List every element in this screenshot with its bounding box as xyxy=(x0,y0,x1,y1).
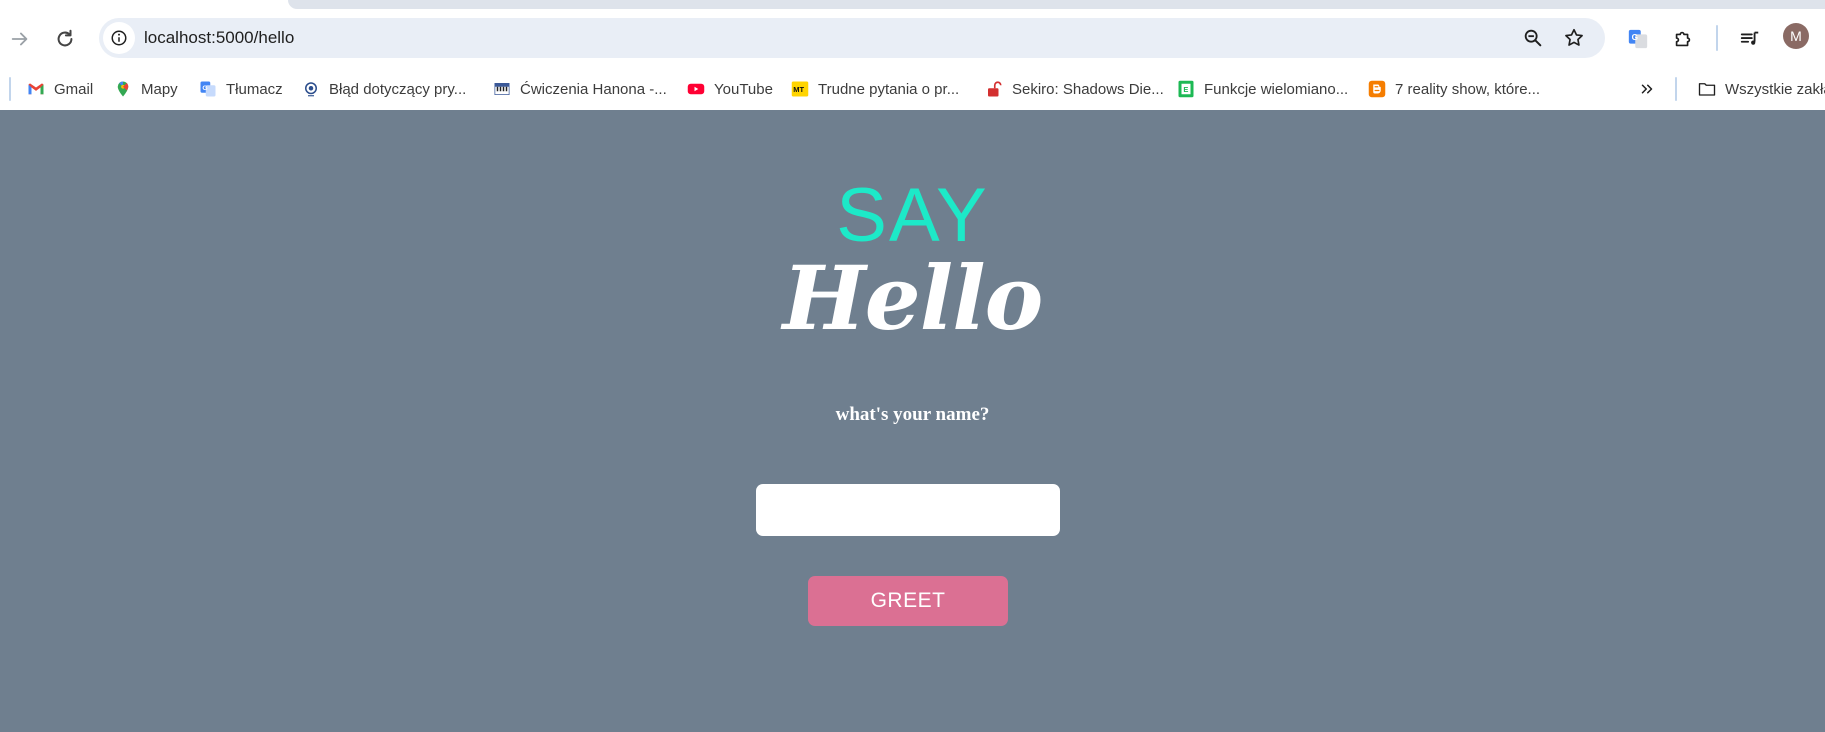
e-book-icon: E xyxy=(1177,80,1195,98)
bookmark-label: Błąd dotyczący pry... xyxy=(329,80,467,98)
extensions-button[interactable] xyxy=(1667,23,1699,55)
bookmark-gmail[interactable]: Gmail xyxy=(27,77,93,101)
title-hello: Hello xyxy=(782,246,1044,350)
youtube-icon xyxy=(687,80,705,98)
puzzle-icon xyxy=(1675,31,1691,47)
reload-button[interactable] xyxy=(49,23,81,55)
url-text[interactable]: localhost:5000/hello xyxy=(144,28,294,48)
bookmarks-overflow-button[interactable] xyxy=(1638,77,1656,101)
svg-text:MT: MT xyxy=(793,85,804,94)
maps-icon xyxy=(114,80,132,98)
bookmark-label: Ćwiczenia Hanona -... xyxy=(520,80,667,98)
bookmark-sekiro[interactable]: Sekiro: Shadows Die... xyxy=(985,77,1164,101)
bookmark-trudne-pytania[interactable]: MT Trudne pytania o pr... xyxy=(791,77,959,101)
svg-text:G: G xyxy=(1632,33,1638,42)
toolbar-separator xyxy=(1716,25,1718,51)
svg-text:E: E xyxy=(1183,85,1188,94)
all-bookmarks-folder[interactable]: Wszystkie zakła xyxy=(1698,77,1825,101)
greet-button[interactable]: GREET xyxy=(808,576,1008,626)
bookmark-label: YouTube xyxy=(714,80,773,98)
bookmark-cwiczenia-hanona[interactable]: Ćwiczenia Hanona -... xyxy=(493,77,667,101)
site-logo-icon xyxy=(302,80,320,98)
browser-toolbar: localhost:5000/hello G M xyxy=(0,9,1825,69)
blogger-icon xyxy=(1368,80,1386,98)
bookmark-label: Trudne pytania o pr... xyxy=(818,80,960,98)
bookmark-label: Funkcje wielomiano... xyxy=(1204,80,1349,98)
playlist-icon xyxy=(1740,31,1759,45)
piano-icon xyxy=(493,80,511,98)
bookmark-star-button[interactable] xyxy=(1561,25,1587,51)
bookmark-label: Mapy xyxy=(141,80,178,98)
address-bar[interactable]: localhost:5000/hello xyxy=(99,18,1605,58)
mt-icon: MT xyxy=(791,80,809,98)
bookmark-funkcje[interactable]: E Funkcje wielomiano... xyxy=(1177,77,1348,101)
forward-button[interactable] xyxy=(4,23,36,55)
bookmark-label: 7 reality show, które... xyxy=(1395,80,1541,98)
forward-arrow-icon xyxy=(11,32,28,46)
name-input[interactable] xyxy=(756,484,1060,536)
bookmarks-separator xyxy=(1675,77,1677,101)
media-controls-button[interactable] xyxy=(1734,23,1766,55)
bookmark-blad-dotyczacy[interactable]: Błąd dotyczący pry... xyxy=(302,77,466,101)
svg-text:G: G xyxy=(202,85,207,92)
bookmark-tlumacz[interactable]: G Tłumacz xyxy=(199,77,283,101)
bookmark-reality-show[interactable]: 7 reality show, które... xyxy=(1368,77,1540,101)
bookmark-mapy[interactable]: Mapy xyxy=(114,77,178,101)
gmail-icon xyxy=(27,80,45,98)
bookmarks-bar: Gmail Mapy G Tłumacz Błąd dotyczący pry.… xyxy=(0,69,1825,110)
all-bookmarks-label: Wszystkie zakła xyxy=(1725,80,1825,98)
info-icon xyxy=(111,30,127,46)
bookmarks-separator xyxy=(9,77,11,101)
bookmark-label: Gmail xyxy=(54,80,94,98)
bookmark-label: Sekiro: Shadows Die... xyxy=(1012,80,1164,98)
zoom-out-icon xyxy=(1524,29,1542,47)
translate-icon: G xyxy=(199,80,217,98)
title-say: SAY xyxy=(836,173,989,258)
bookmark-youtube[interactable]: YouTube xyxy=(687,77,773,101)
chevron-double-right-icon xyxy=(1638,80,1656,98)
profile-avatar[interactable]: M xyxy=(1783,23,1809,49)
star-icon xyxy=(1565,28,1583,46)
bookmark-label: Tłumacz xyxy=(226,80,283,98)
site-info-button[interactable] xyxy=(103,22,135,54)
folder-icon xyxy=(1698,80,1716,98)
zoom-button[interactable] xyxy=(1520,25,1546,51)
google-translate-extension[interactable]: G xyxy=(1622,23,1654,55)
lock-icon xyxy=(985,80,1003,98)
reload-icon xyxy=(57,29,73,47)
page-content: SAY Hello what's your name? GREET xyxy=(0,110,1825,732)
tab-strip xyxy=(288,0,1825,9)
google-translate-icon: G xyxy=(1628,29,1648,49)
name-prompt: what's your name? xyxy=(835,404,990,425)
